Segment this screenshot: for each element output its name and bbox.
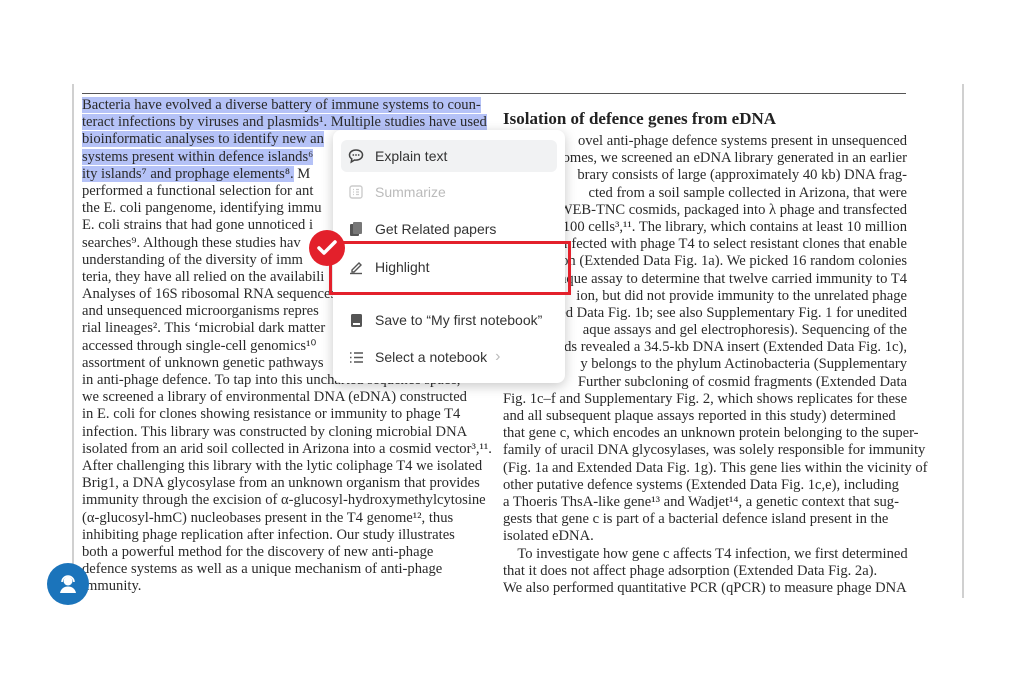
selected-text[interactable]: systems present within defence islands⁶: [82, 148, 314, 165]
menu-item-summarize[interactable]: Summarize: [341, 176, 557, 208]
assistant-avatar-button[interactable]: [47, 563, 89, 605]
menu-item-explain-text[interactable]: Explain text: [341, 140, 557, 172]
text-line: To investigate how gene c affects T4 inf…: [503, 545, 908, 562]
selected-text[interactable]: Bacteria have evolved a diverse battery …: [82, 97, 481, 113]
top-rule: [82, 93, 906, 94]
text-line: (Fig. 1a and Extended Data Fig. 1g). Thi…: [503, 459, 928, 476]
text-line: other putative defence systems (Extended…: [503, 476, 899, 493]
text-line: isolated from an arid soil collected in …: [82, 440, 492, 457]
text-line: both a powerful method for the discovery…: [82, 543, 434, 560]
chevron-right-icon: ›: [495, 348, 501, 365]
text-line: immunity.: [82, 578, 142, 595]
selected-text[interactable]: teract infections by viruses and plasmid…: [82, 114, 487, 131]
notebook-icon: [347, 311, 365, 329]
text-line: teract infections by viruses and plasmid…: [82, 114, 490, 131]
text-line: (α-glucosyl-hmC) nucleobases present in …: [82, 509, 454, 526]
text-line: family of uracil DNA glycosylases, was s…: [503, 442, 926, 459]
text-line: that it does not affect phage adsorption…: [503, 562, 878, 579]
text-line: Brig1, a DNA glycosylase from an unknown…: [82, 475, 480, 492]
text-line: gests that gene c is part of a bacterial…: [503, 511, 889, 528]
text-line: in E. coli for clones showing resistance…: [82, 406, 461, 423]
text-line: After challenging this library with the …: [82, 457, 483, 474]
checkmark-icon: [309, 230, 345, 266]
text-line: immunity through the excision of α-gluco…: [82, 492, 486, 509]
speech-bubble-icon: [347, 147, 365, 165]
text-line: Bacteria have evolved a diverse battery …: [82, 97, 490, 114]
text-line: isolated eDNA.: [503, 528, 594, 545]
menu-item-save-to-notebook[interactable]: Save to “My first notebook”: [341, 304, 557, 336]
text-line: we screened a library of environmental D…: [82, 389, 467, 406]
selected-text[interactable]: ity islands⁷ and prophage elements⁸.: [82, 165, 294, 182]
text-fragment: M: [293, 165, 311, 182]
text-line: that gene c, which encodes an unknown pr…: [503, 425, 919, 442]
text-line: and all subsequent plaque assays reporte…: [503, 408, 896, 424]
list-doc-icon: [347, 183, 365, 201]
text-line: inhibiting phage replication after infec…: [82, 526, 455, 543]
text-line: infection. This library was constructed …: [82, 423, 468, 440]
user-headset-icon: [60, 575, 76, 593]
highlight-annotation-box: [329, 241, 571, 295]
menu-item-select-notebook[interactable]: Select a notebook ›: [341, 341, 557, 373]
text-line: We also performed quantitative PCR (qPCR…: [503, 579, 907, 596]
text-line: Fig. 1c–f and Supplementary Fig. 2, whic…: [503, 390, 908, 407]
text-line: defence systems as well as a unique mech…: [82, 561, 443, 578]
selected-text[interactable]: bioinformatic analyses to identify new a…: [82, 131, 324, 148]
papers-icon: [347, 220, 365, 238]
list-icon: [347, 348, 365, 366]
text-line: a Thoeris ThsA-like gene¹³ and Wadjet¹⁴,…: [503, 493, 899, 510]
section-heading: Isolation of defence genes from eDNA: [503, 109, 777, 128]
